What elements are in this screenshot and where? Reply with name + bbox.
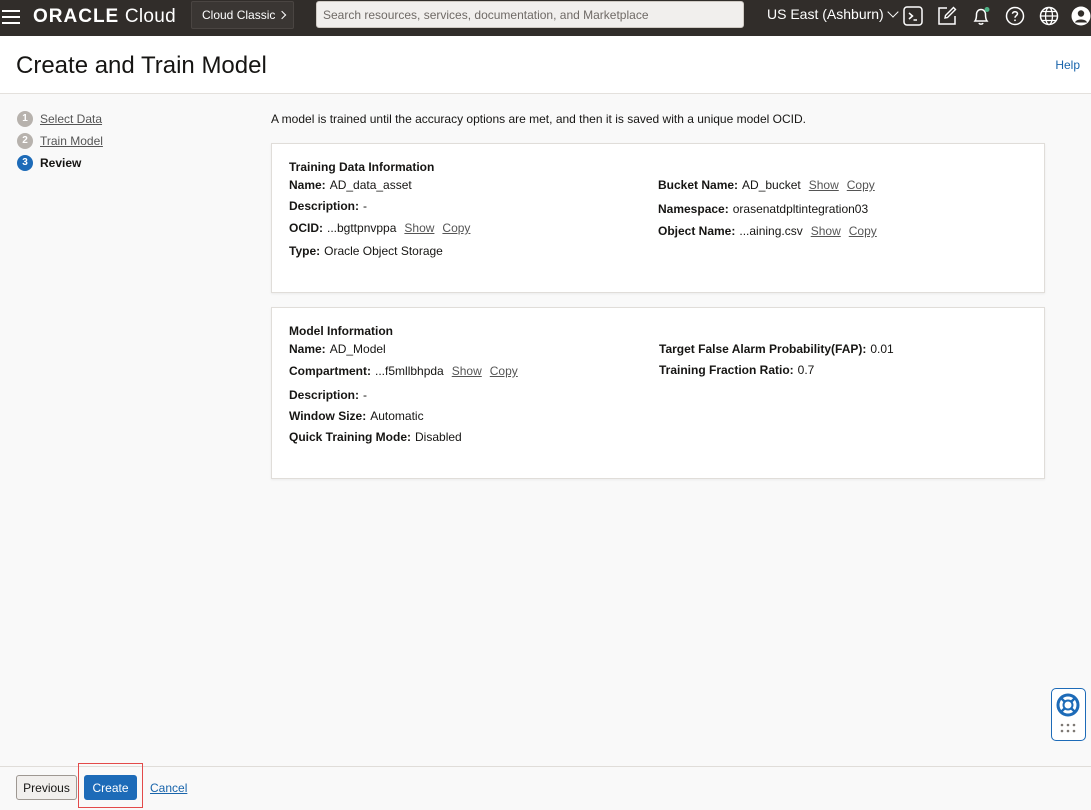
field-value: 0.01	[870, 342, 894, 356]
cloud-classic-label: Cloud Classic	[202, 8, 276, 22]
user-icon[interactable]	[1070, 5, 1091, 27]
compartment-copy-link[interactable]: Copy	[490, 364, 518, 378]
field-key: Description:	[289, 388, 360, 402]
field-value: AD_data_asset	[329, 178, 412, 192]
field-value: ...f5mllbhpda	[375, 364, 444, 378]
window-size-row: Window Size: Automatic	[289, 409, 424, 423]
training-type-row: Type: Oracle Object Storage	[289, 244, 443, 258]
field-value: orasenatdpltintegration03	[732, 202, 869, 216]
lifebuoy-icon	[1056, 693, 1080, 733]
field-value: 0.7	[797, 363, 815, 377]
hamburger-menu-icon[interactable]	[2, 8, 20, 28]
field-key: Namespace:	[658, 202, 729, 216]
field-key: Compartment:	[289, 364, 372, 378]
field-key: Object Name:	[658, 224, 736, 238]
edit-icon[interactable]	[936, 5, 958, 27]
field-value: AD_bucket	[742, 178, 801, 192]
field-key: Training Fraction Ratio:	[659, 363, 794, 377]
card-title: Training Data Information	[289, 160, 435, 174]
help-icon[interactable]	[1004, 5, 1026, 27]
oracle-cloud-logo[interactable]: ORACLE Cloud	[33, 6, 176, 28]
step-number: 3	[17, 155, 33, 171]
page-header: Create and Train Model Help	[0, 36, 1091, 94]
ocid-copy-link[interactable]: Copy	[442, 221, 470, 235]
page-title: Create and Train Model	[16, 52, 267, 79]
object-copy-link[interactable]: Copy	[849, 224, 877, 238]
step-label[interactable]: Train Model	[40, 134, 103, 148]
region-selector[interactable]: US East (Ashburn)	[767, 6, 899, 22]
chevron-right-icon	[278, 10, 287, 20]
field-value: Disabled	[415, 430, 462, 444]
field-key: Window Size:	[289, 409, 367, 423]
step-number: 2	[17, 133, 33, 149]
field-value: Oracle Object Storage	[324, 244, 443, 258]
help-link[interactable]: Help	[1055, 58, 1080, 72]
field-key: Description:	[289, 199, 360, 213]
intro-text: A model is trained until the accuracy op…	[271, 112, 806, 126]
top-navigation-bar: ORACLE Cloud Cloud Classic US East (Ashb…	[0, 0, 1091, 36]
step-label: Review	[40, 156, 82, 170]
step-train-model[interactable]: 2 Train Model	[17, 133, 103, 151]
model-name-row: Name: AD_Model	[289, 342, 386, 356]
bucket-show-link[interactable]: Show	[809, 178, 839, 192]
field-key: Quick Training Mode:	[289, 430, 412, 444]
ocid-show-link[interactable]: Show	[404, 221, 434, 235]
object-name-row: Object Name: ...aining.csv Show Copy	[658, 224, 877, 238]
cloud-shell-icon[interactable]	[902, 5, 924, 27]
step-number: 1	[17, 111, 33, 127]
previous-button[interactable]: Previous	[16, 775, 77, 800]
cloud-classic-button[interactable]: Cloud Classic	[191, 1, 294, 29]
field-value: AD_Model	[329, 342, 386, 356]
model-information-card: Model Information Name: AD_Model Compartm…	[271, 307, 1045, 479]
bucket-copy-link[interactable]: Copy	[847, 178, 875, 192]
field-key: Bucket Name:	[658, 178, 739, 192]
field-key: Name:	[289, 342, 326, 356]
support-widget-button[interactable]	[1051, 688, 1086, 741]
training-fraction-ratio-row: Training Fraction Ratio: 0.7	[659, 363, 814, 377]
bell-icon[interactable]	[970, 5, 992, 27]
create-button[interactable]: Create	[84, 775, 137, 800]
training-description-row: Description: -	[289, 199, 367, 213]
step-label[interactable]: Select Data	[40, 112, 102, 126]
training-ocid-row: OCID: ...bgttpnvppa Show Copy	[289, 221, 470, 235]
step-select-data[interactable]: 1 Select Data	[17, 111, 102, 129]
region-label: US East (Ashburn)	[767, 6, 884, 22]
field-key: OCID:	[289, 221, 323, 235]
namespace-row: Namespace: orasenatdpltintegration03	[658, 202, 868, 216]
compartment-row: Compartment: ...f5mllbhpda Show Copy	[289, 364, 518, 378]
quick-training-mode-row: Quick Training Mode: Disabled	[289, 430, 462, 444]
bucket-name-row: Bucket Name: AD_bucket Show Copy	[658, 178, 875, 192]
field-value: -	[363, 199, 368, 213]
object-show-link[interactable]: Show	[811, 224, 841, 238]
field-value: -	[363, 388, 368, 402]
cancel-link[interactable]: Cancel	[150, 781, 187, 795]
training-data-card: Training Data Information Name: AD_data_a…	[271, 143, 1045, 293]
card-title: Model Information	[289, 324, 393, 338]
search-input[interactable]	[316, 1, 744, 28]
field-key: Name:	[289, 178, 326, 192]
globe-icon[interactable]	[1038, 5, 1060, 27]
field-key: Target False Alarm Probability(FAP):	[659, 342, 867, 356]
fap-row: Target False Alarm Probability(FAP): 0.01	[659, 342, 894, 356]
field-value: ...bgttpnvppa	[327, 221, 397, 235]
model-description-row: Description: -	[289, 388, 367, 402]
training-name-row: Name: AD_data_asset	[289, 178, 412, 192]
chevron-down-icon	[887, 6, 899, 18]
field-value: ...aining.csv	[739, 224, 803, 238]
compartment-show-link[interactable]: Show	[452, 364, 482, 378]
step-review: 3 Review	[17, 155, 81, 173]
field-value: Automatic	[370, 409, 424, 423]
field-key: Type:	[289, 244, 321, 258]
